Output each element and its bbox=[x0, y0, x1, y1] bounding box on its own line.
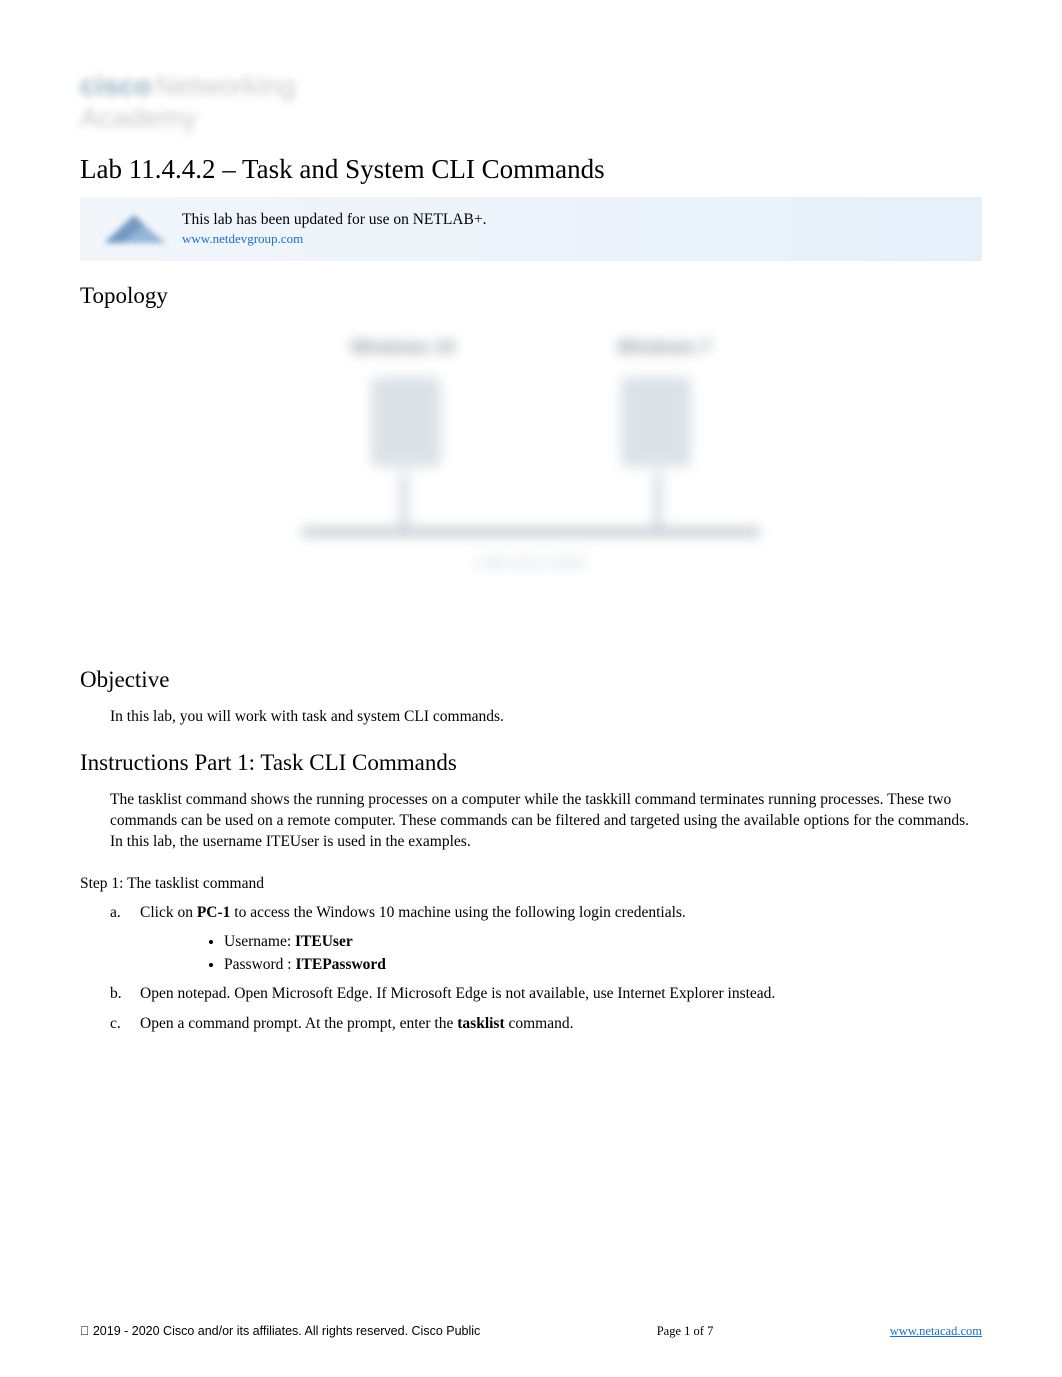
username-value: ITEUser bbox=[295, 933, 353, 950]
step1-list: a. Click on PC-1 to access the Windows 1… bbox=[80, 901, 982, 1035]
footer-link[interactable]: www.netacad.com bbox=[890, 1324, 982, 1339]
footer-page-of: of bbox=[690, 1324, 707, 1338]
netlab-text-block: This lab has been updated for use on NET… bbox=[182, 211, 968, 247]
password-value: ITEPassword bbox=[295, 956, 385, 973]
lab-title-prefix: Lab bbox=[80, 154, 129, 184]
topology-connection-left bbox=[401, 472, 407, 527]
step1-c-bold: tasklist bbox=[457, 1015, 504, 1032]
topology-pc-left-icon bbox=[371, 377, 441, 467]
topology-lan-label: LAN 10.0.1.0/24 bbox=[301, 555, 761, 572]
objective-heading: Objective bbox=[80, 667, 982, 693]
topology-pc-right-icon bbox=[621, 377, 691, 467]
step1-c-suffix: command. bbox=[505, 1015, 574, 1032]
step1-a-bold: PC-1 bbox=[197, 904, 231, 921]
lab-title-text: Task and System CLI Commands bbox=[242, 154, 605, 184]
netlab-link[interactable]: www.netdevgroup.com bbox=[182, 231, 968, 247]
objective-body: In this lab, you will work with task and… bbox=[80, 707, 982, 728]
step1-item-b: b. Open notepad. Open Microsoft Edge. If… bbox=[110, 982, 982, 1005]
password-label: Password : bbox=[224, 956, 295, 973]
username-label: Username: bbox=[224, 933, 295, 950]
logo-line1: Networking bbox=[156, 70, 296, 102]
netlab-text: This lab has been updated for use on NET… bbox=[182, 211, 486, 228]
footer-page-total: 7 bbox=[707, 1324, 713, 1338]
topology-heading: Topology bbox=[80, 283, 982, 309]
topology-container: Windows 10 Windows 7 LAN 10.0.1.0/24 bbox=[80, 337, 982, 617]
lab-title: Lab 11.4.4.2 – Task and System CLI Comma… bbox=[80, 154, 982, 185]
step1-item-a: a. Click on PC-1 to access the Windows 1… bbox=[110, 901, 982, 977]
step1-a-suffix: to access the Windows 10 machine using t… bbox=[230, 904, 685, 921]
topology-left-label: Windows 10 bbox=[351, 337, 455, 358]
logo-brand: cisco bbox=[80, 70, 152, 101]
logo-area: cisco Networking Academy bbox=[80, 70, 982, 134]
step1-a-prefix: Click on bbox=[140, 904, 197, 921]
instructions-body: The tasklist command shows the running p… bbox=[80, 790, 982, 853]
footer-page-prefix: Page bbox=[657, 1324, 684, 1338]
credential-username: Username: ITEUser bbox=[224, 930, 982, 953]
topology-diagram: Windows 10 Windows 7 LAN 10.0.1.0/24 bbox=[301, 337, 761, 617]
footer-copyright:  2019 - 2020 Cisco and/or its affiliate… bbox=[80, 1324, 480, 1338]
topology-right-label: Windows 7 bbox=[617, 337, 711, 358]
credential-password: Password : ITEPassword bbox=[224, 953, 982, 976]
step1-b-text: Open notepad. Open Microsoft Edge. If Mi… bbox=[140, 985, 775, 1002]
lab-title-sep: – bbox=[215, 154, 242, 184]
step1-item-c: c. Open a command prompt. At the prompt,… bbox=[110, 1012, 982, 1035]
instructions-heading: Instructions Part 1: Task CLI Commands bbox=[80, 750, 982, 776]
logo-line2: Academy bbox=[80, 102, 982, 134]
topology-connection-right bbox=[655, 472, 661, 527]
list-marker: b. bbox=[110, 982, 122, 1005]
list-marker: c. bbox=[110, 1012, 121, 1035]
step1-c-prefix: Open a command prompt. At the prompt, en… bbox=[140, 1015, 457, 1032]
list-marker: a. bbox=[110, 901, 121, 924]
topology-lan-line bbox=[301, 527, 761, 537]
netlab-banner: This lab has been updated for use on NET… bbox=[80, 197, 982, 261]
footer-page: Page 1 of 7 bbox=[657, 1324, 714, 1339]
netlab-icon bbox=[94, 207, 174, 251]
credentials-list: Username: ITEUser Password : ITEPassword bbox=[140, 930, 982, 977]
page-footer:  2019 - 2020 Cisco and/or its affiliate… bbox=[80, 1324, 982, 1339]
lab-number: 11.4.4.2 bbox=[129, 154, 216, 184]
step1-heading: Step 1: The tasklist command bbox=[80, 875, 982, 893]
